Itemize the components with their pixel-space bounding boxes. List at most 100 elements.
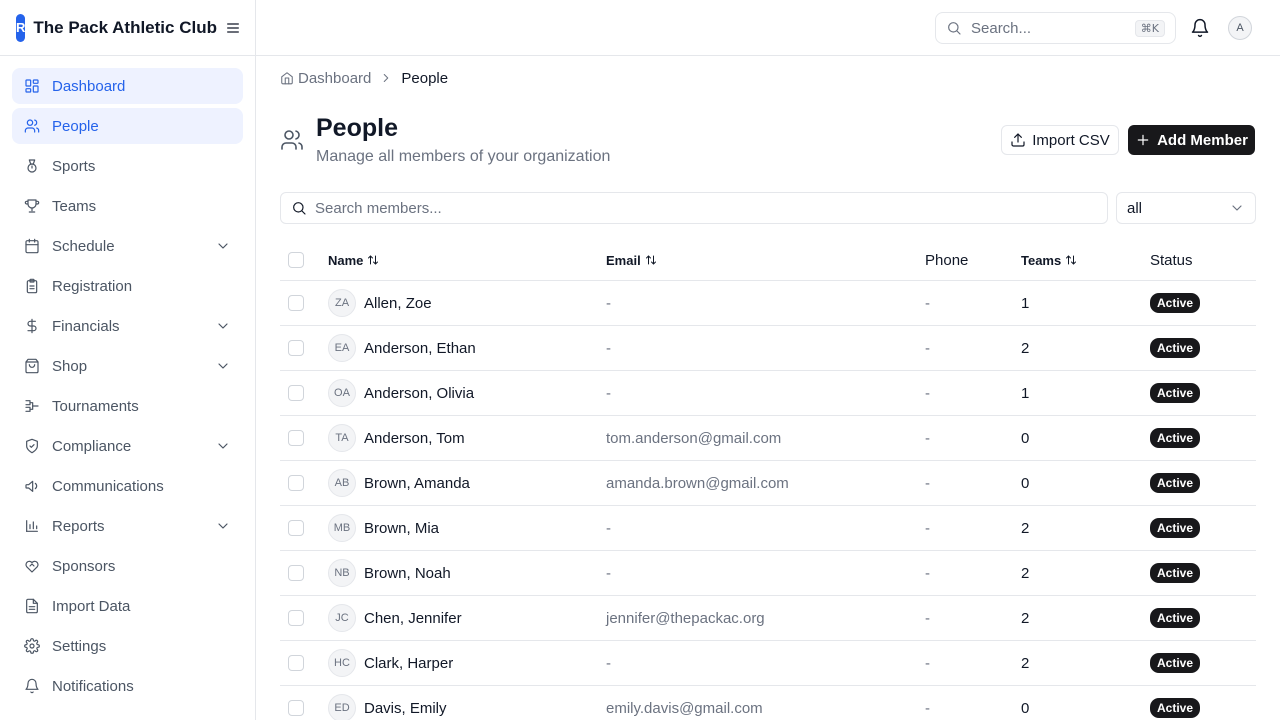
member-name-cell: OA Anderson, Olivia — [328, 371, 474, 415]
member-email: - — [606, 339, 611, 357]
member-name[interactable]: Brown, Noah — [364, 565, 451, 582]
import-csv-button[interactable]: Import CSV — [1001, 125, 1119, 155]
member-search-box — [280, 192, 1108, 224]
member-email: tom.anderson@gmail.com — [606, 429, 782, 447]
breadcrumb-current: People — [401, 69, 449, 87]
table-row[interactable]: MB Brown, Mia - - 2 Active — [280, 506, 1256, 551]
member-name[interactable]: Brown, Amanda — [364, 475, 470, 492]
select-all-cell — [288, 240, 304, 280]
chevron-down-icon — [1232, 205, 1242, 211]
member-name[interactable]: Allen, Zoe — [364, 295, 432, 312]
status-cell: Active — [1150, 416, 1201, 460]
chevron-right-icon — [384, 73, 389, 83]
sidebar-item-shop[interactable]: Shop — [12, 348, 243, 384]
member-search-input[interactable] — [315, 199, 1095, 217]
member-name[interactable]: Chen, Jennifer — [364, 610, 462, 627]
member-email: - — [606, 654, 611, 672]
table-row[interactable]: NB Brown, Noah - - 2 Active — [280, 551, 1256, 596]
sidebar-item-reports[interactable]: Reports — [12, 508, 243, 544]
sidebar-item-label: Communications — [52, 477, 164, 495]
breadcrumb-home-link[interactable]: Dashboard — [280, 70, 371, 87]
global-search[interactable]: Search... ⌘K — [935, 12, 1176, 44]
sidebar-item-registration[interactable]: Registration — [12, 268, 243, 304]
table-row[interactable]: JC Chen, Jennifer jennifer@thepackac.org - 2… — [280, 596, 1256, 641]
sidebar-item-notifications[interactable]: Notifications — [12, 668, 243, 704]
select-all-checkbox[interactable] — [288, 252, 304, 268]
status-badge: Active — [1150, 338, 1201, 358]
member-teams-count: 0 — [1021, 699, 1030, 717]
teams-column-header[interactable]: Teams — [1021, 240, 1077, 280]
table-row[interactable]: ED Davis, Emily emily.davis@gmail.com - 0 Act… — [280, 686, 1256, 720]
row-select-cell — [288, 686, 304, 720]
sidebar-item-settings[interactable]: Settings — [12, 628, 243, 664]
topbar: Search... ⌘K A — [256, 0, 1280, 56]
chevron-down-icon — [218, 523, 228, 529]
sidebar-item-label: Shop — [52, 357, 88, 375]
add-member-button[interactable]: Add Member — [1128, 125, 1255, 155]
row-checkbox[interactable] — [288, 565, 304, 581]
member-name[interactable]: Brown, Mia — [364, 520, 439, 537]
notifications-button[interactable] — [1190, 18, 1210, 38]
status-badge: Active — [1150, 293, 1201, 313]
member-teams-count: 2 — [1021, 609, 1030, 627]
member-name[interactable]: Anderson, Tom — [364, 430, 465, 447]
row-checkbox[interactable] — [288, 520, 304, 536]
name-column-header[interactable]: Name — [328, 240, 379, 280]
member-name[interactable]: Davis, Emily — [364, 700, 447, 717]
row-checkbox[interactable] — [288, 385, 304, 401]
row-checkbox[interactable] — [288, 655, 304, 671]
member-phone: - — [925, 654, 930, 672]
member-name-cell: TA Anderson, Tom — [328, 416, 465, 460]
row-select-cell — [288, 371, 304, 415]
member-phone: - — [925, 339, 930, 357]
avatar: AB — [328, 469, 356, 497]
status-column-header: Status — [1150, 251, 1193, 269]
search-icon — [948, 22, 961, 35]
sort-email-icon — [645, 254, 657, 266]
sidebar-item-tournaments[interactable]: Tournaments — [12, 388, 243, 424]
row-checkbox[interactable] — [288, 700, 304, 716]
row-select-cell — [288, 281, 304, 325]
table-row[interactable]: AB Brown, Amanda amanda.brown@gmail.com - 0 A… — [280, 461, 1256, 506]
chevron-down-icon — [218, 443, 228, 449]
member-name[interactable]: Anderson, Ethan — [364, 340, 476, 357]
member-phone: - — [925, 429, 930, 447]
table-row[interactable]: OA Anderson, Olivia - - 1 Active — [280, 371, 1256, 416]
name-column-label: Name — [328, 252, 364, 268]
sidebar-item-sports[interactable]: Sports — [12, 148, 243, 184]
sidebar-item-schedule[interactable]: Schedule — [12, 228, 243, 264]
sidebar-item-import-data[interactable]: Import Data — [12, 588, 243, 624]
global-search-placeholder: Search... — [971, 19, 1032, 37]
table-row[interactable]: TA Anderson, Tom tom.anderson@gmail.com - 0 A… — [280, 416, 1256, 461]
row-checkbox[interactable] — [288, 430, 304, 446]
sidebar-item-sponsors[interactable]: Sponsors — [12, 548, 243, 584]
table-row[interactable]: EA Anderson, Ethan - - 2 Active — [280, 326, 1256, 371]
menu-toggle-button[interactable] — [225, 20, 241, 36]
file-spreadsheet-icon — [26, 598, 38, 614]
row-checkbox[interactable] — [288, 340, 304, 356]
sidebar-item-communications[interactable]: Communications — [12, 468, 243, 504]
page-icon — [280, 128, 304, 152]
table-row[interactable]: ZA Allen, Zoe - - 1 Active — [280, 281, 1256, 326]
member-name[interactable]: Anderson, Olivia — [364, 385, 474, 402]
member-teams-count: 0 — [1021, 429, 1030, 447]
member-teams-count: 0 — [1021, 474, 1030, 492]
row-checkbox[interactable] — [288, 295, 304, 311]
brand-header: R The Pack Athletic Club — [0, 0, 255, 56]
brand-logo[interactable]: R — [16, 13, 26, 42]
member-name[interactable]: Clark, Harper — [364, 655, 453, 672]
sidebar-item-teams[interactable]: Teams — [12, 188, 243, 224]
sidebar-item-financials[interactable]: Financials — [12, 308, 243, 344]
sidebar-item-dashboard[interactable]: Dashboard — [12, 68, 243, 104]
user-avatar[interactable]: A — [1228, 16, 1252, 40]
table-row[interactable]: HC Clark, Harper - - 2 Active — [280, 641, 1256, 686]
sidebar: R The Pack Athletic Club Dashboard People… — [0, 0, 256, 720]
sidebar-item-people[interactable]: People — [12, 108, 243, 144]
status-filter-select[interactable]: all — [1116, 192, 1256, 224]
row-checkbox[interactable] — [288, 475, 304, 491]
page-title: People — [316, 114, 398, 142]
chevron-down-icon — [218, 243, 228, 249]
row-checkbox[interactable] — [288, 610, 304, 626]
sidebar-item-compliance[interactable]: Compliance — [12, 428, 243, 464]
email-column-header[interactable]: Email — [606, 240, 657, 280]
